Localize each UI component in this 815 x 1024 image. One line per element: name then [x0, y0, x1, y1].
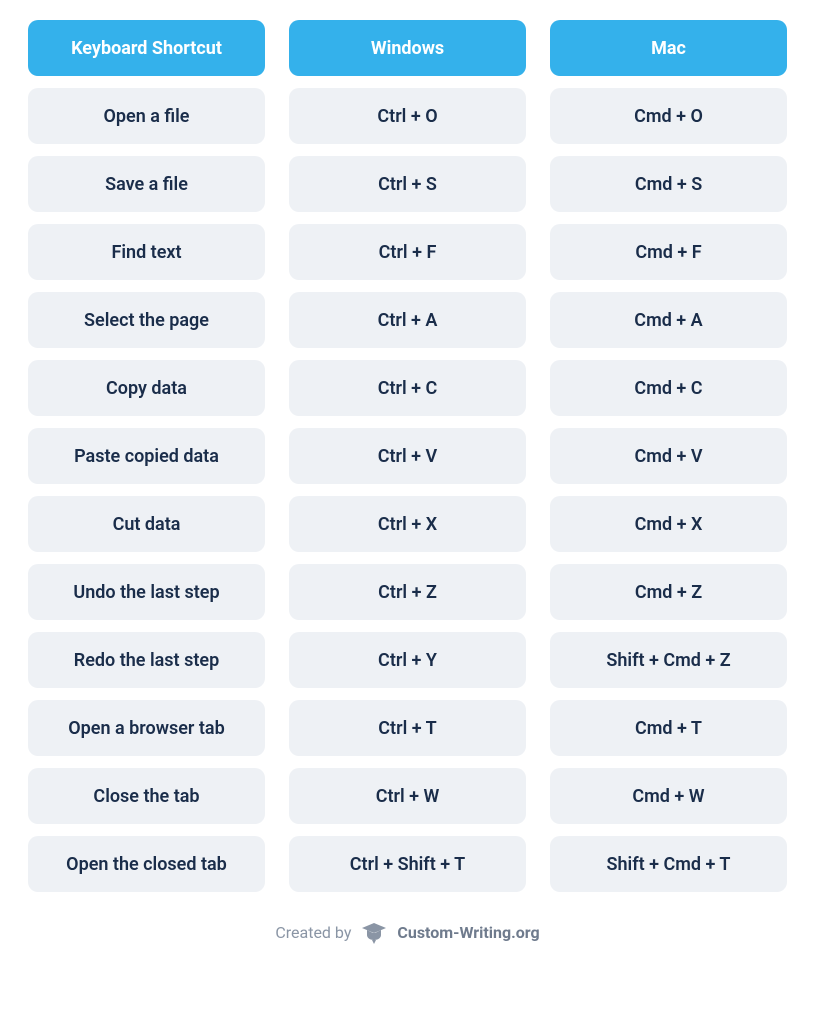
mac-shortcut: Cmd + X: [550, 496, 787, 552]
graduation-cap-icon: [361, 920, 387, 944]
windows-shortcut: Ctrl + A: [289, 292, 526, 348]
shortcut-label: Close the tab: [28, 768, 265, 824]
shortcut-label: Redo the last step: [28, 632, 265, 688]
mac-shortcut: Shift + Cmd + Z: [550, 632, 787, 688]
windows-shortcut: Ctrl + F: [289, 224, 526, 280]
windows-shortcut: Ctrl + V: [289, 428, 526, 484]
shortcut-label: Open the closed tab: [28, 836, 265, 892]
windows-shortcut: Ctrl + S: [289, 156, 526, 212]
windows-shortcut: Ctrl + Y: [289, 632, 526, 688]
windows-shortcut: Ctrl + X: [289, 496, 526, 552]
windows-shortcut: Ctrl + W: [289, 768, 526, 824]
brand-name: Custom-Writing.org: [397, 923, 539, 942]
windows-shortcut: Ctrl + Z: [289, 564, 526, 620]
column-header-mac: Mac: [550, 20, 787, 76]
shortcut-label: Find text: [28, 224, 265, 280]
column-header-windows: Windows: [289, 20, 526, 76]
windows-shortcut: Ctrl + O: [289, 88, 526, 144]
shortcut-label: Undo the last step: [28, 564, 265, 620]
shortcut-label: Cut data: [28, 496, 265, 552]
mac-shortcut: Cmd + Z: [550, 564, 787, 620]
mac-shortcut: Shift + Cmd + T: [550, 836, 787, 892]
windows-shortcut: Ctrl + Shift + T: [289, 836, 526, 892]
mac-shortcut: Cmd + V: [550, 428, 787, 484]
column-header-shortcut: Keyboard Shortcut: [28, 20, 265, 76]
shortcut-label: Open a file: [28, 88, 265, 144]
shortcuts-table: Keyboard Shortcut Windows Mac Open a fil…: [28, 20, 787, 892]
mac-shortcut: Cmd + T: [550, 700, 787, 756]
mac-shortcut: Cmd + A: [550, 292, 787, 348]
shortcut-label: Open a browser tab: [28, 700, 265, 756]
windows-shortcut: Ctrl + C: [289, 360, 526, 416]
attribution-footer: Created by Custom-Writing.org: [28, 920, 787, 944]
mac-shortcut: Cmd + W: [550, 768, 787, 824]
shortcut-label: Paste copied data: [28, 428, 265, 484]
mac-shortcut: Cmd + C: [550, 360, 787, 416]
created-by-label: Created by: [275, 923, 351, 942]
mac-shortcut: Cmd + S: [550, 156, 787, 212]
windows-shortcut: Ctrl + T: [289, 700, 526, 756]
shortcut-label: Copy data: [28, 360, 265, 416]
mac-shortcut: Cmd + F: [550, 224, 787, 280]
shortcut-label: Save a file: [28, 156, 265, 212]
mac-shortcut: Cmd + O: [550, 88, 787, 144]
shortcut-label: Select the page: [28, 292, 265, 348]
